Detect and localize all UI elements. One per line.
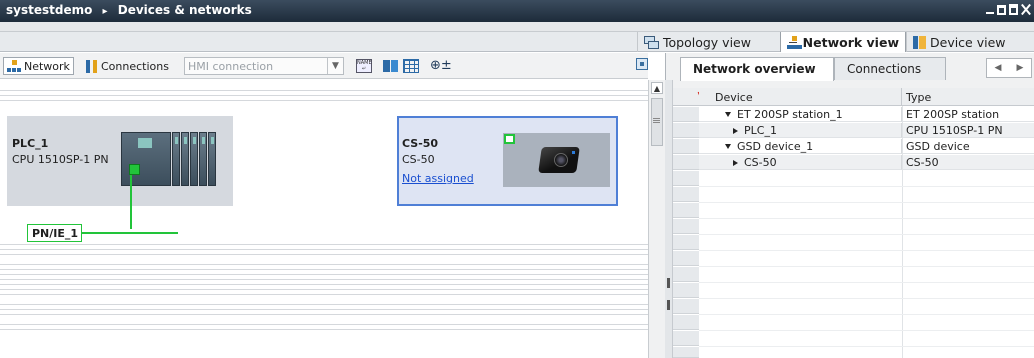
row-device: CS-50 — [744, 156, 777, 169]
expand-right-icon[interactable] — [733, 127, 738, 134]
splitter-grip-icon — [667, 278, 670, 288]
cs50-port-icon[interactable] — [504, 134, 515, 144]
table-view-icon[interactable] — [403, 59, 419, 73]
view-switcher: Topology view Network view Device view — [0, 32, 1034, 52]
row-device: GSD device_1 — [737, 140, 814, 153]
plc-port-icon[interactable] — [129, 164, 140, 175]
connection-type-value: HMI connection — [188, 59, 274, 73]
topology-icon — [644, 36, 659, 49]
tab-network-overview[interactable]: Network overview — [680, 57, 834, 81]
row-device: PLC_1 — [744, 124, 777, 137]
scroll-up-icon[interactable]: ▲ — [651, 82, 663, 94]
overview-toggle-icon[interactable] — [636, 58, 648, 70]
title-bar: systestdemo ▸ Devices & networks — [0, 0, 1034, 22]
cs50-device-type: CS-50 — [402, 153, 435, 166]
cs50-device-name: CS-50 — [402, 137, 439, 150]
network-toolbar: Network Connections HMI connection ▼ NAM… — [0, 53, 648, 79]
subnet-label[interactable]: PN/IE_1 — [27, 224, 82, 242]
column-divider — [902, 106, 903, 358]
expand-down-icon[interactable] — [725, 112, 731, 117]
network-icon — [787, 36, 802, 49]
overview-panel-splitter[interactable] — [665, 80, 673, 358]
plc-module-image[interactable] — [121, 132, 217, 186]
column-header-device[interactable]: Device — [699, 88, 902, 106]
canvas-scrollbar[interactable]: ▲ — [648, 80, 665, 358]
tab-device-view[interactable]: Device view — [906, 32, 1034, 52]
row-type: GSD device — [902, 139, 1034, 154]
tab-connections[interactable]: Connections — [834, 57, 946, 80]
tab-scroll-arrows[interactable]: ◀ ▶ — [986, 58, 1032, 78]
subnet-drop-line[interactable] — [130, 175, 132, 229]
connections-mode-button[interactable]: Connections — [83, 57, 172, 75]
row-type: ET 200SP station — [902, 107, 1034, 122]
breadcrumb-separator-icon: ▸ — [102, 6, 108, 17]
maximize-icon[interactable] — [1009, 4, 1018, 15]
chevron-left-icon[interactable]: ◀ — [995, 63, 1002, 73]
plc-device-name: PLC_1 — [12, 137, 49, 150]
breadcrumb: systestdemo ▸ Devices & networks — [6, 3, 252, 17]
grip-icon — [653, 118, 660, 119]
tab-network-view[interactable]: Network view — [780, 32, 906, 52]
row-type: CPU 1510SP-1 PN — [902, 123, 1034, 138]
breadcrumb-project[interactable]: systestdemo — [6, 3, 92, 17]
network-icon — [7, 60, 21, 72]
table-row[interactable]: PLC_1 CPU 1510SP-1 PN — [673, 123, 1034, 138]
plc-device-type: CPU 1510SP-1 PN — [12, 153, 109, 166]
float-window-icon[interactable] — [997, 5, 1006, 15]
network-mode-label: Network — [24, 59, 70, 73]
window-controls — [985, 3, 1030, 16]
subnet-line[interactable] — [82, 232, 178, 234]
tab-device-label: Device view — [930, 35, 1006, 50]
breadcrumb-section: Devices & networks — [117, 3, 252, 17]
connection-type-select[interactable]: HMI connection ▼ — [184, 57, 344, 75]
title-band — [0, 22, 1034, 32]
minimize-icon[interactable] — [985, 3, 994, 16]
splitter-grip-icon — [667, 300, 670, 310]
show-address-icon[interactable] — [383, 59, 399, 73]
column-header-type[interactable]: Type — [902, 88, 1034, 106]
show-names-icon[interactable]: NAME ↵ — [356, 59, 372, 73]
zoom-icon[interactable]: ⊕± — [430, 59, 460, 73]
chevron-right-icon[interactable]: ▶ — [1017, 63, 1024, 73]
table-row[interactable]: ET 200SP station_1 ET 200SP station — [673, 107, 1034, 122]
expand-right-icon[interactable] — [733, 159, 738, 166]
row-device: ET 200SP station_1 — [737, 108, 843, 121]
close-icon[interactable] — [1021, 3, 1030, 16]
connections-icon — [86, 59, 98, 73]
table-header-icon-cell — [673, 88, 699, 106]
tab-topology-label: Topology view — [663, 35, 751, 50]
camera-icon — [536, 141, 584, 178]
not-assigned-link[interactable]: Not assigned — [402, 172, 474, 185]
connections-mode-label: Connections — [101, 59, 169, 73]
scroll-thumb[interactable] — [651, 98, 663, 146]
device-icon — [913, 36, 926, 49]
tab-network-label: Network view — [802, 35, 899, 50]
chevron-down-icon[interactable]: ▼ — [327, 58, 343, 74]
tab-topology-view[interactable]: Topology view — [637, 32, 780, 52]
expand-down-icon[interactable] — [725, 144, 731, 149]
table-row[interactable]: GSD device_1 GSD device — [673, 139, 1034, 154]
table-row[interactable]: CS-50 CS-50 — [673, 155, 1034, 170]
network-mode-button[interactable]: Network — [3, 57, 74, 75]
row-type: CS-50 — [902, 155, 1034, 170]
